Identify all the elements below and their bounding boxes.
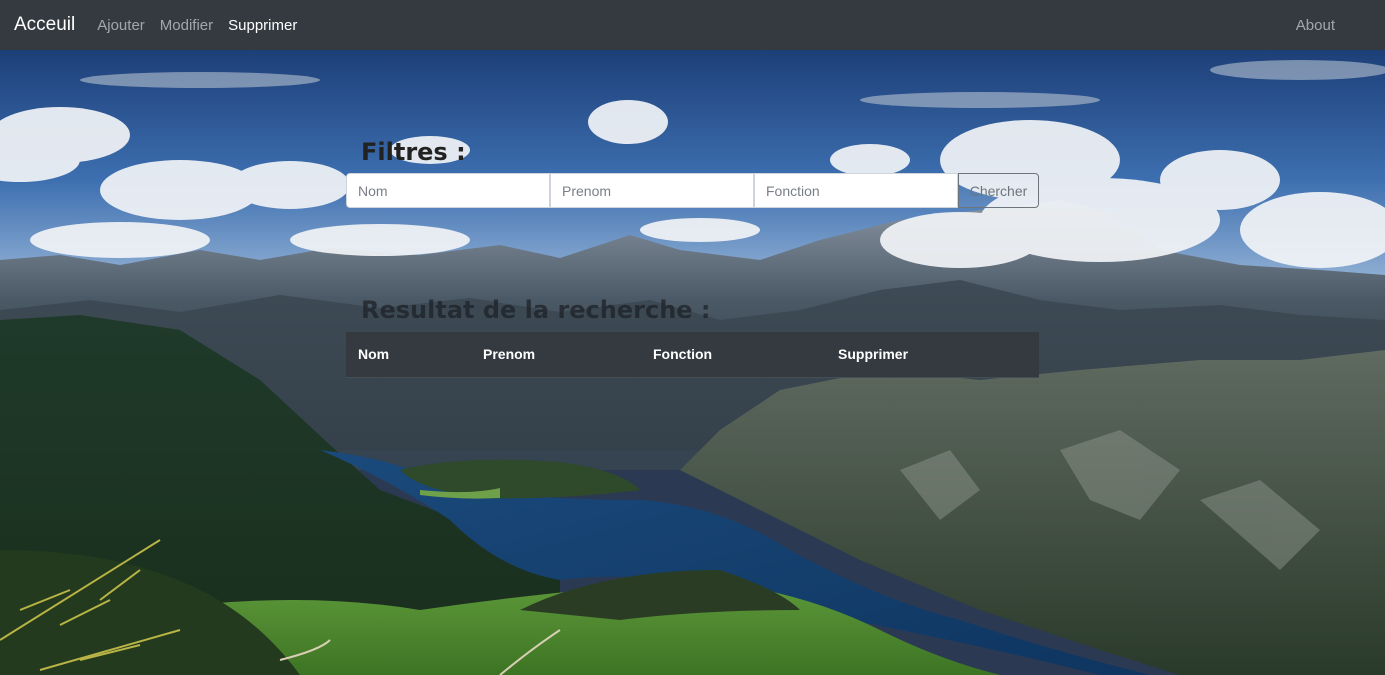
chercher-button[interactable]: Chercher: [958, 173, 1039, 208]
fonction-input[interactable]: [754, 173, 958, 208]
column-header-supprimer: Supprimer: [826, 332, 1039, 378]
nom-input[interactable]: [346, 173, 550, 208]
nav-link-about[interactable]: About: [1296, 17, 1335, 34]
filters-title: Filtres :: [361, 138, 466, 166]
results-table: Nom Prenom Fonction Supprimer: [346, 332, 1039, 378]
column-header-prenom: Prenom: [471, 332, 641, 378]
results-title: Resultat de la recherche :: [361, 296, 711, 324]
prenom-input[interactable]: [550, 173, 754, 208]
top-navbar: Acceuil Ajouter Modifier Supprimer About: [0, 0, 1385, 50]
nav-link-ajouter[interactable]: Ajouter: [97, 17, 145, 34]
table-header-row: Nom Prenom Fonction Supprimer: [346, 332, 1039, 378]
column-header-nom: Nom: [346, 332, 471, 378]
nav-link-supprimer[interactable]: Supprimer: [228, 17, 297, 34]
brand-link-acceuil[interactable]: Acceuil: [14, 14, 75, 36]
filter-form: Chercher: [346, 173, 1039, 208]
nav-link-modifier[interactable]: Modifier: [160, 17, 213, 34]
column-header-fonction: Fonction: [641, 332, 826, 378]
